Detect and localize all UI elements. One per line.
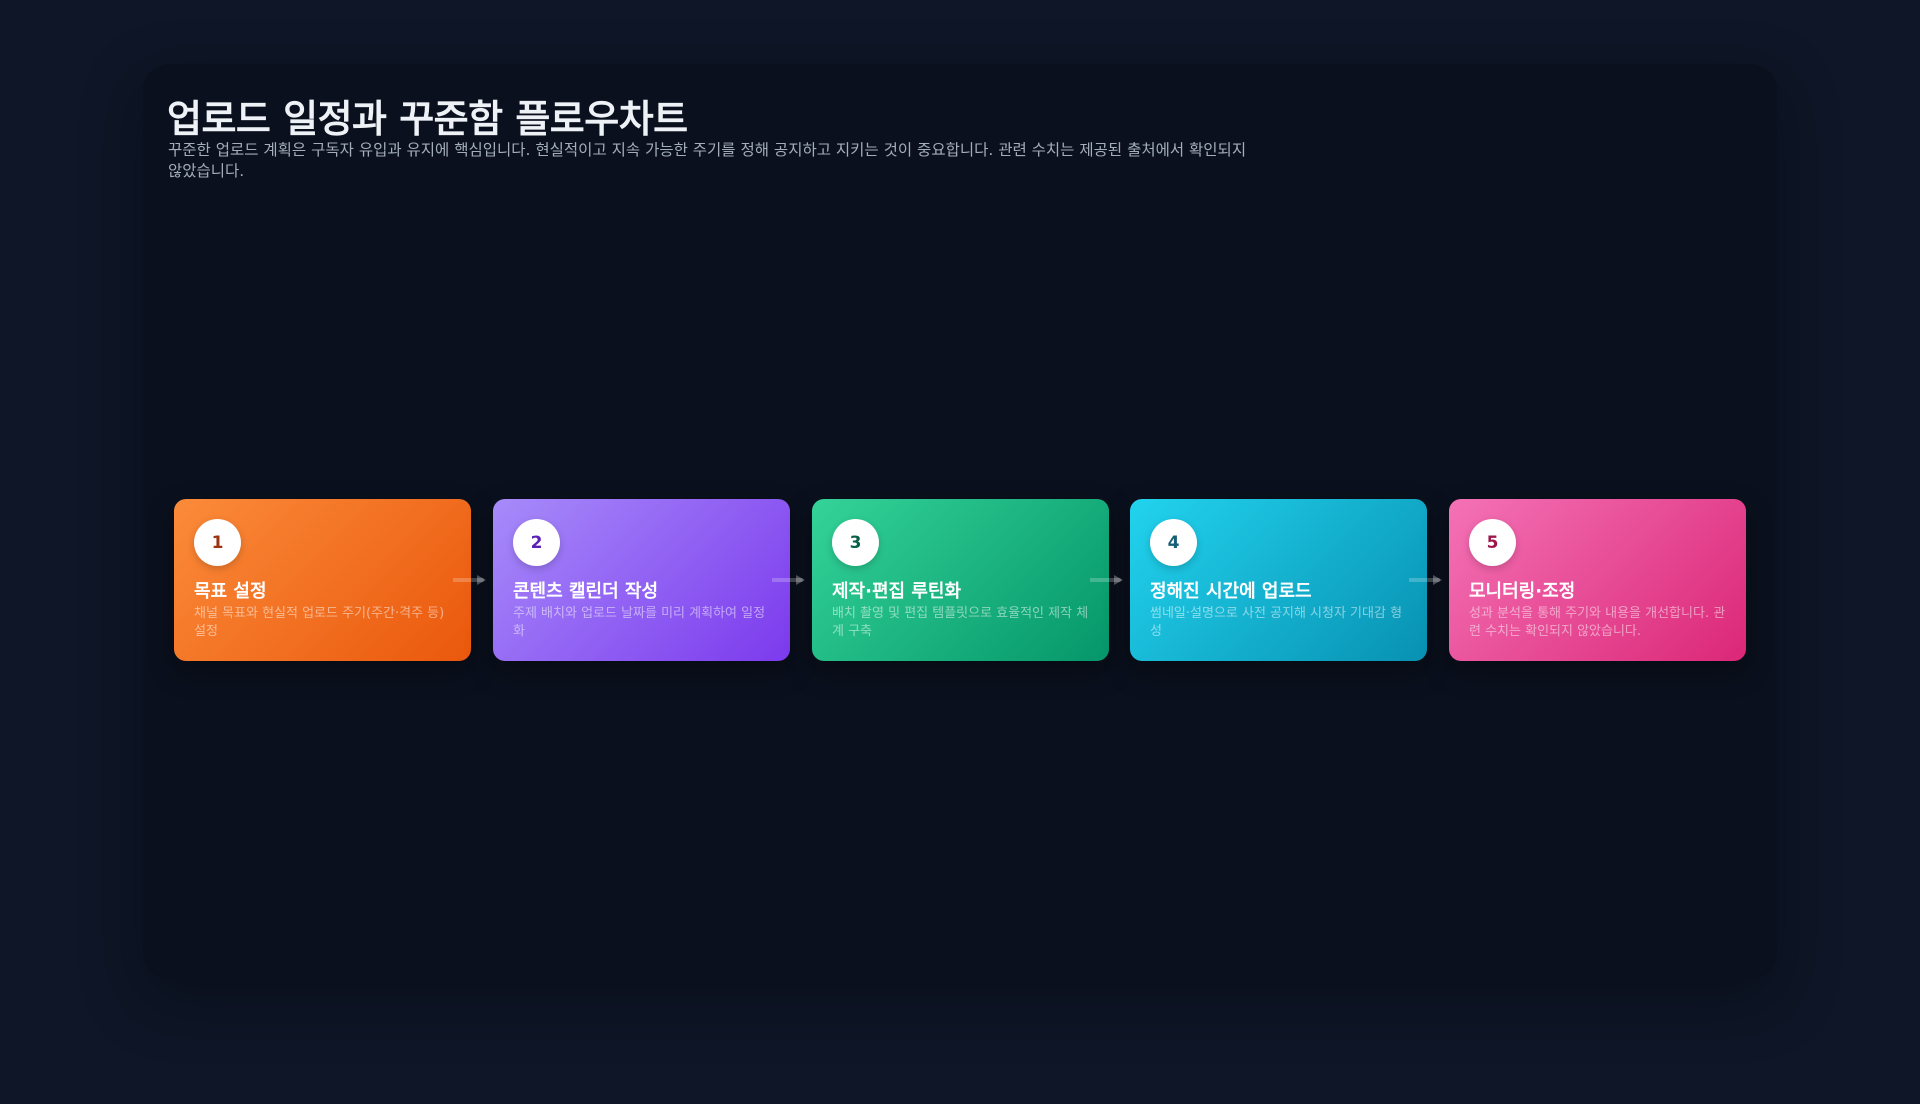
step-description: 채널 목표와 현실적 업로드 주기(주간·격주 등) 설정 <box>194 606 445 639</box>
arrow-right-icon <box>1090 575 1123 585</box>
flow-step-2: 2 콘텐츠 캘린더 작성 주제 배치와 업로드 날짜를 미리 계획하여 일정화 <box>493 499 790 661</box>
step-title: 목표 설정 <box>194 581 267 602</box>
page-subtitle: 꾸준한 업로드 계획은 구독자 유입과 유지에 핵심입니다. 현실적이고 지속 … <box>168 141 1247 180</box>
step-number-badge: 2 <box>513 519 560 566</box>
step-description: 주제 배치와 업로드 날짜를 미리 계획하여 일정화 <box>513 606 766 639</box>
step-number-badge: 1 <box>194 519 241 566</box>
flow-step-1: 1 목표 설정 채널 목표와 현실적 업로드 주기(주간·격주 등) 설정 <box>174 499 471 661</box>
step-title: 제작·편집 루틴화 <box>832 581 962 602</box>
arrow-right-icon <box>1409 575 1442 585</box>
step-description: 썸네일·설명으로 사전 공지해 시청자 기대감 형성 <box>1150 606 1403 639</box>
arrow-right-icon <box>772 575 805 585</box>
step-title: 모니터링·조정 <box>1469 581 1576 602</box>
step-description: 배치 촬영 및 편집 템플릿으로 효율적인 제작 체계 구축 <box>832 606 1089 639</box>
arrow-right-icon <box>453 575 486 585</box>
flow-step-4: 4 정해진 시간에 업로드 썸네일·설명으로 사전 공지해 시청자 기대감 형성 <box>1130 499 1427 661</box>
flow-step-3: 3 제작·편집 루틴화 배치 촬영 및 편집 템플릿으로 효율적인 제작 체계 … <box>812 499 1109 661</box>
step-title: 콘텐츠 캘린더 작성 <box>513 581 659 602</box>
step-number-badge: 5 <box>1469 519 1516 566</box>
step-number-badge: 3 <box>832 519 879 566</box>
page-title: 업로드 일정과 꾸준함 플로우차트 <box>167 97 688 141</box>
step-description: 성과 분석을 통해 주기와 내용을 개선합니다. 관련 수치는 확인되지 않았습… <box>1469 606 1726 639</box>
flow-step-5: 5 모니터링·조정 성과 분석을 통해 주기와 내용을 개선합니다. 관련 수치… <box>1449 499 1746 661</box>
step-number-badge: 4 <box>1150 519 1197 566</box>
step-title: 정해진 시간에 업로드 <box>1150 581 1312 602</box>
